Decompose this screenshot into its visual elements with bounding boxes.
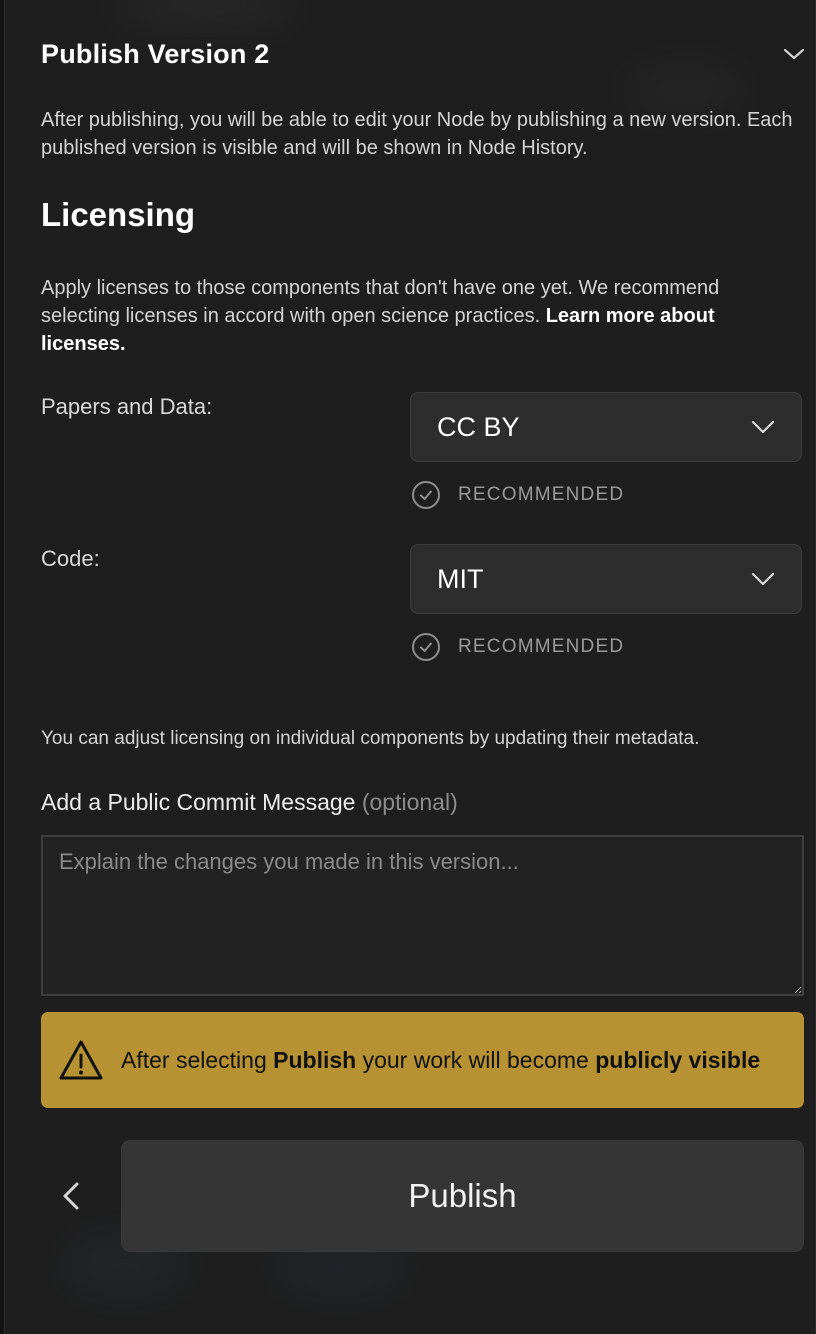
papers-data-license-value: CC BY bbox=[437, 411, 520, 442]
panel-header: Publish Version 2 bbox=[41, 36, 805, 72]
papers-data-label: Papers and Data: bbox=[41, 394, 213, 419]
intro-text: After publishing, you will be able to ed… bbox=[41, 109, 793, 159]
check-circle-icon bbox=[412, 481, 440, 509]
warning-text-middle: your work will become bbox=[362, 1047, 589, 1073]
licensing-adjust-note: You can adjust licensing on individual c… bbox=[41, 728, 700, 749]
back-button[interactable] bbox=[41, 1160, 101, 1232]
publish-warning-banner: After selecting Publish your work will b… bbox=[41, 1012, 804, 1108]
background-blur bbox=[625, 70, 745, 110]
check-circle-icon bbox=[412, 633, 440, 661]
warning-emphasis: publicly visible bbox=[595, 1047, 761, 1073]
chevron-left-icon bbox=[63, 1182, 79, 1210]
licensing-heading: Licensing bbox=[41, 196, 196, 233]
code-label: Code: bbox=[41, 546, 100, 571]
licensing-description: Apply licenses to those components that … bbox=[41, 274, 781, 358]
warning-publish-word: Publish bbox=[273, 1047, 357, 1073]
recommended-label: RECOMMENDED bbox=[458, 484, 625, 505]
code-license-select[interactable]: MIT bbox=[410, 544, 802, 614]
publish-button-label: Publish bbox=[408, 1177, 517, 1214]
background-blur bbox=[115, 0, 295, 20]
chevron-down-icon bbox=[751, 420, 775, 434]
warning-text-prefix: After selecting bbox=[121, 1047, 267, 1073]
chevron-down-icon bbox=[751, 572, 775, 586]
papers-data-license-select[interactable]: CC BY bbox=[410, 392, 802, 462]
publish-panel: Publish Version 2 After publishing, you … bbox=[4, 0, 816, 1334]
commit-message-label: Add a Public Commit Message (optional) bbox=[41, 789, 458, 816]
chevron-down-icon bbox=[783, 48, 805, 60]
collapse-button[interactable] bbox=[765, 36, 805, 72]
papers-data-recommended: RECOMMENDED bbox=[411, 480, 624, 510]
code-recommended: RECOMMENDED bbox=[411, 632, 624, 662]
publish-button[interactable]: Publish bbox=[121, 1140, 804, 1252]
warning-triangle-icon bbox=[59, 1040, 103, 1080]
recommended-label: RECOMMENDED bbox=[458, 636, 625, 657]
commit-message-input[interactable] bbox=[41, 835, 804, 996]
warning-text: After selecting Publish your work will b… bbox=[121, 1044, 760, 1076]
commit-label-text: Add a Public Commit Message bbox=[41, 789, 356, 815]
optional-tag: (optional) bbox=[361, 789, 458, 815]
panel-title: Publish Version 2 bbox=[41, 38, 270, 69]
code-license-value: MIT bbox=[437, 563, 484, 594]
